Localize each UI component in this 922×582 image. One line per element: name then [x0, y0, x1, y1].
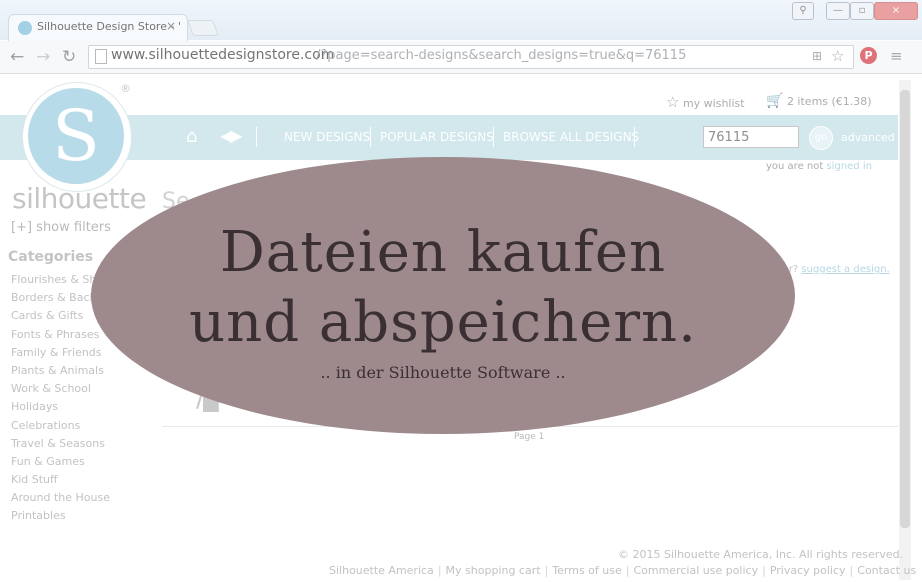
overlay-headline: Dateien kaufen und abspeichern.	[91, 218, 795, 358]
headline-line-2: und abspeichern.	[189, 290, 697, 355]
headline-line-1: Dateien kaufen	[219, 220, 667, 285]
overlay-subline: .. in der Silhouette Software ..	[320, 363, 566, 382]
